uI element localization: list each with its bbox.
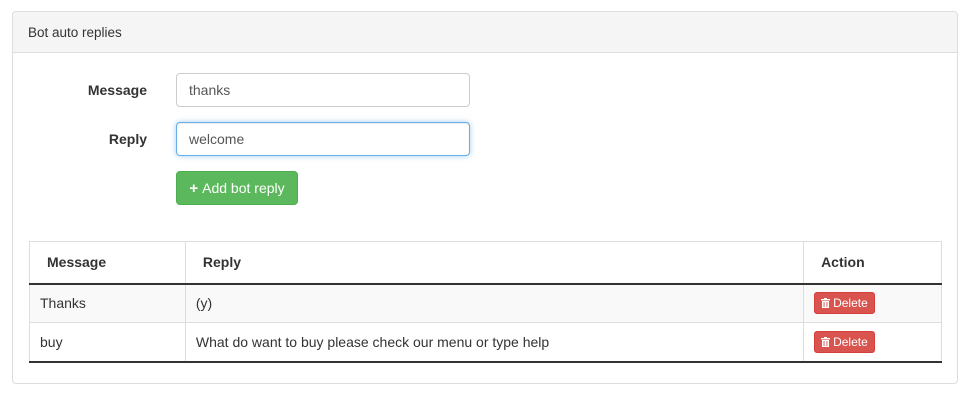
delete-button[interactable]: Delete [814,292,875,315]
row-message: buy [29,322,186,363]
row-reply: (y) [184,283,805,323]
table-header-row: Message Reply Action [29,241,942,285]
reply-label: Reply [108,131,147,147]
message-label: Message [87,82,147,98]
reply-input[interactable] [176,122,470,156]
row-action: Delete [803,283,942,323]
header-action: Action [803,241,942,285]
table-row: Thanks (y) Delete [29,283,942,323]
row-reply: What do want to buy please check our men… [184,322,805,363]
panel-heading: Bot auto replies [13,12,957,53]
panel-title: Bot auto replies [28,24,122,40]
add-bot-reply-button[interactable]: + Add bot reply [176,171,298,205]
header-message: Message [29,241,186,285]
header-reply: Reply [184,241,805,285]
bot-auto-replies-panel: Bot auto replies Message Reply + Add bot… [12,11,958,384]
table-row: buy What do want to buy please check our… [29,322,942,363]
delete-label: Delete [833,296,868,311]
trash-icon [821,298,831,309]
message-input[interactable] [176,73,470,107]
trash-icon [821,336,831,347]
add-bot-reply-label: Add bot reply [202,180,285,196]
delete-label: Delete [833,334,868,349]
row-message: Thanks [29,283,186,323]
plus-icon: + [189,179,199,197]
bot-replies-table: Message Reply Action Thanks (y) Delete b… [29,241,942,363]
row-action: Delete [803,322,942,363]
delete-button[interactable]: Delete [814,330,875,353]
